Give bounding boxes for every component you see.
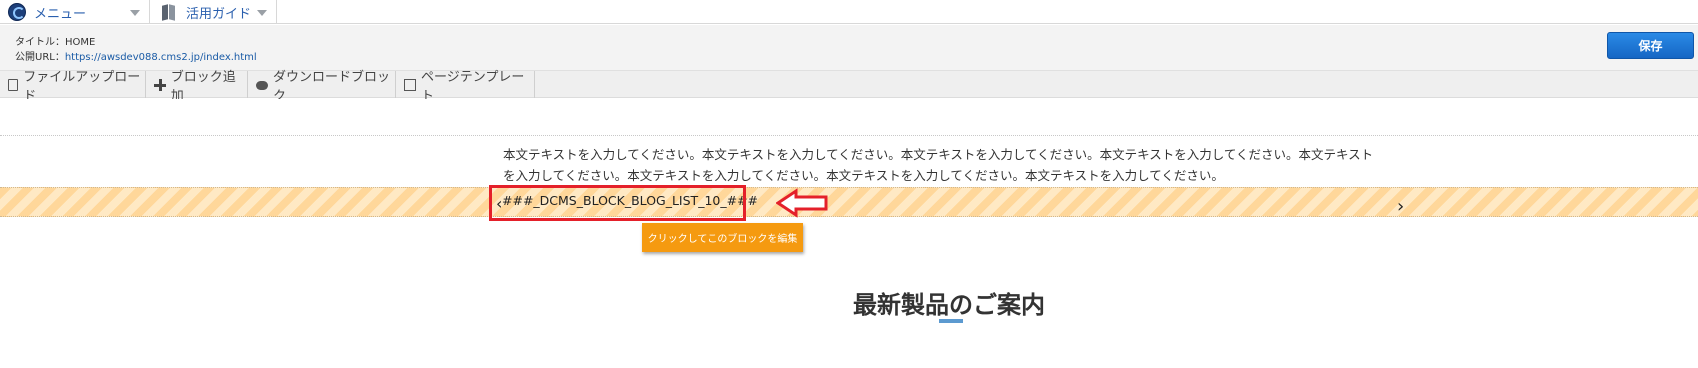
cloud-download-icon — [256, 79, 268, 91]
edit-block-tooltip[interactable]: クリックしてこのブロックを編集 — [642, 223, 803, 252]
file-upload-button[interactable]: ファイルアップロード — [0, 70, 146, 104]
page-info-header: タイトル：HOME 公開URL：https://awsdev088.cms2.j… — [0, 25, 1698, 71]
editor-toolbar: ファイルアップロード ブロック追加 ダウンロードブロック ページテンプレート — [0, 70, 1698, 104]
file-upload-label: ファイルアップロード — [23, 69, 141, 104]
blog-list-block[interactable] — [0, 187, 1698, 217]
chevron-down-icon — [257, 10, 267, 16]
page-template-label: ページテンプレート — [421, 69, 525, 104]
download-block-button[interactable]: ダウンロードブロック — [249, 70, 396, 104]
block-divider — [0, 135, 1698, 136]
body-text-line: 本文テキストを入力してください。本文テキストを入力してください。本文テキストを入… — [503, 147, 1374, 162]
body-text-block[interactable]: 本文テキストを入力してください。本文テキストを入力してください。本文テキストを入… — [503, 144, 1403, 186]
plus-icon — [154, 78, 166, 91]
book-icon — [162, 5, 176, 20]
annotation-highlight-box — [489, 185, 746, 221]
editor-canvas: 本文テキストを入力してください。本文テキストを入力してください。本文テキストを入… — [0, 99, 1698, 368]
section-heading: 最新製品のご案内 — [853, 291, 1045, 319]
add-block-label: ブロック追加 — [170, 69, 236, 104]
page-template-button[interactable]: ページテンプレート — [397, 70, 535, 104]
guide-dropdown[interactable]: 活用ガイド — [151, 0, 277, 24]
guide-label: 活用ガイド — [186, 6, 252, 22]
annotation-arrow-icon — [776, 188, 828, 218]
public-url-link[interactable]: https://awsdev088.cms2.jp/index.html — [65, 52, 257, 63]
menu-label: メニュー — [34, 6, 87, 22]
public-url-label: 公開URL： — [15, 52, 65, 63]
body-text-line: を入力してください。本文テキストを入力してください。本文テキストを入力してくださ… — [503, 168, 1224, 183]
page-title: タイトル：HOME — [15, 37, 96, 48]
add-block-button[interactable]: ブロック追加 — [147, 70, 248, 104]
menu-dropdown[interactable]: メニュー — [0, 0, 150, 24]
chevron-down-icon — [130, 10, 140, 16]
template-icon — [404, 78, 416, 91]
heading-underline — [939, 319, 963, 323]
file-upload-icon — [7, 78, 18, 91]
download-block-label: ダウンロードブロック — [273, 69, 391, 104]
app-logo-icon — [8, 3, 26, 21]
save-button[interactable]: 保存 — [1607, 32, 1694, 59]
next-arrow-icon[interactable]: › — [1397, 196, 1404, 217]
public-url-row: 公開URL：https://awsdev088.cms2.jp/index.ht… — [15, 48, 257, 63]
top-menu-bar: メニュー 活用ガイド — [0, 0, 1698, 24]
